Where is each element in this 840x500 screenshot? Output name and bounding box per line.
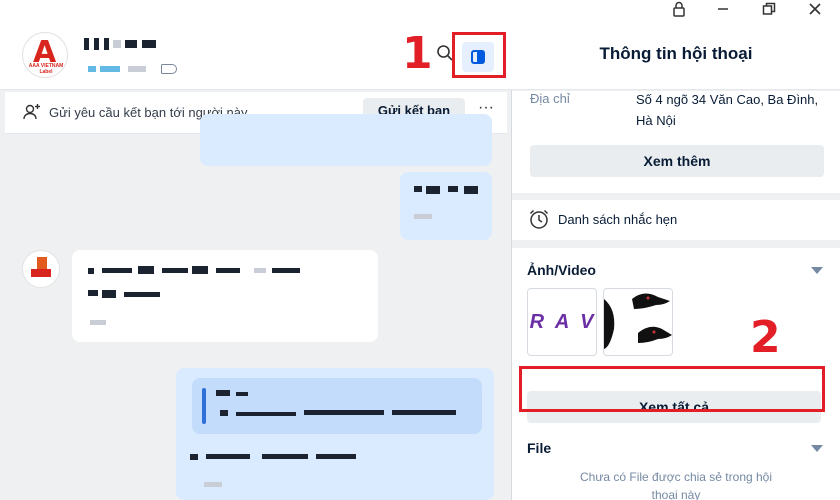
quote-bar bbox=[202, 388, 206, 424]
avatar[interactable]: A AAA VIETNAM Label bbox=[22, 32, 68, 78]
annotation-box-1 bbox=[452, 32, 506, 78]
conversation-info-panel: Thông tin hội thoại Địa chỉ Số 4 ngõ 34 … bbox=[512, 22, 840, 500]
media-section-title: Ảnh/Video bbox=[527, 262, 596, 278]
info-panel-title: Thông tin hội thoại bbox=[599, 44, 753, 63]
chat-header: A AAA VIETNAM Label bbox=[0, 22, 512, 90]
media-thumbnail[interactable]: R A V bbox=[527, 288, 597, 356]
avatar-caption: AAA VIETNAM Label bbox=[28, 63, 64, 75]
address-value: Số 4 ngõ 34 Văn Cao, Ba Đình, Hà Nội bbox=[636, 92, 819, 128]
restore-icon[interactable] bbox=[754, 1, 784, 21]
media-thumbnail[interactable] bbox=[603, 288, 673, 356]
add-person-icon bbox=[23, 103, 41, 121]
annotation-box-2 bbox=[519, 366, 825, 412]
quoted-message[interactable] bbox=[192, 378, 482, 434]
message-bubble-sent-reply[interactable] bbox=[176, 368, 494, 500]
minimize-icon[interactable] bbox=[708, 1, 738, 21]
annotation-marker-1: 1 bbox=[402, 28, 433, 79]
chevron-down-icon[interactable] bbox=[811, 267, 823, 274]
reminder-list-row[interactable]: Danh sách nhắc hẹn bbox=[512, 200, 840, 240]
message-bubble-sent[interactable] bbox=[400, 172, 492, 240]
window-titlebar bbox=[0, 0, 840, 22]
file-section-title: File bbox=[527, 440, 552, 456]
message-bubble-sent[interactable] bbox=[200, 114, 492, 166]
sender-avatar[interactable] bbox=[22, 250, 60, 288]
message-bubble-received[interactable] bbox=[72, 250, 378, 342]
tag-icon[interactable] bbox=[161, 64, 177, 74]
chat-pane: A AAA VIETNAM Label Gửi yêu cầu kết bạn … bbox=[0, 22, 512, 500]
close-icon[interactable] bbox=[800, 1, 830, 21]
lock-icon[interactable] bbox=[664, 1, 694, 21]
media-thumbnail-text: R A V bbox=[529, 311, 597, 333]
see-more-button[interactable]: Xem thêm bbox=[530, 145, 824, 177]
reminder-list-label: Danh sách nhắc hẹn bbox=[558, 212, 678, 227]
address-label: Địa chỉ bbox=[530, 91, 570, 106]
file-section: File Chưa có File được chia sẻ trong hội… bbox=[512, 426, 840, 500]
chevron-down-icon[interactable] bbox=[811, 445, 823, 452]
annotation-marker-2: 2 bbox=[750, 312, 781, 363]
info-panel-header: Thông tin hội thoại bbox=[512, 22, 840, 90]
alarm-clock-icon bbox=[528, 208, 550, 235]
file-empty-message: Chưa có File được chia sẻ trong hội thoạ… bbox=[579, 470, 773, 500]
address-card: Địa chỉ Số 4 ngõ 34 Văn Cao, Ba Đình, Hà… bbox=[512, 91, 840, 193]
